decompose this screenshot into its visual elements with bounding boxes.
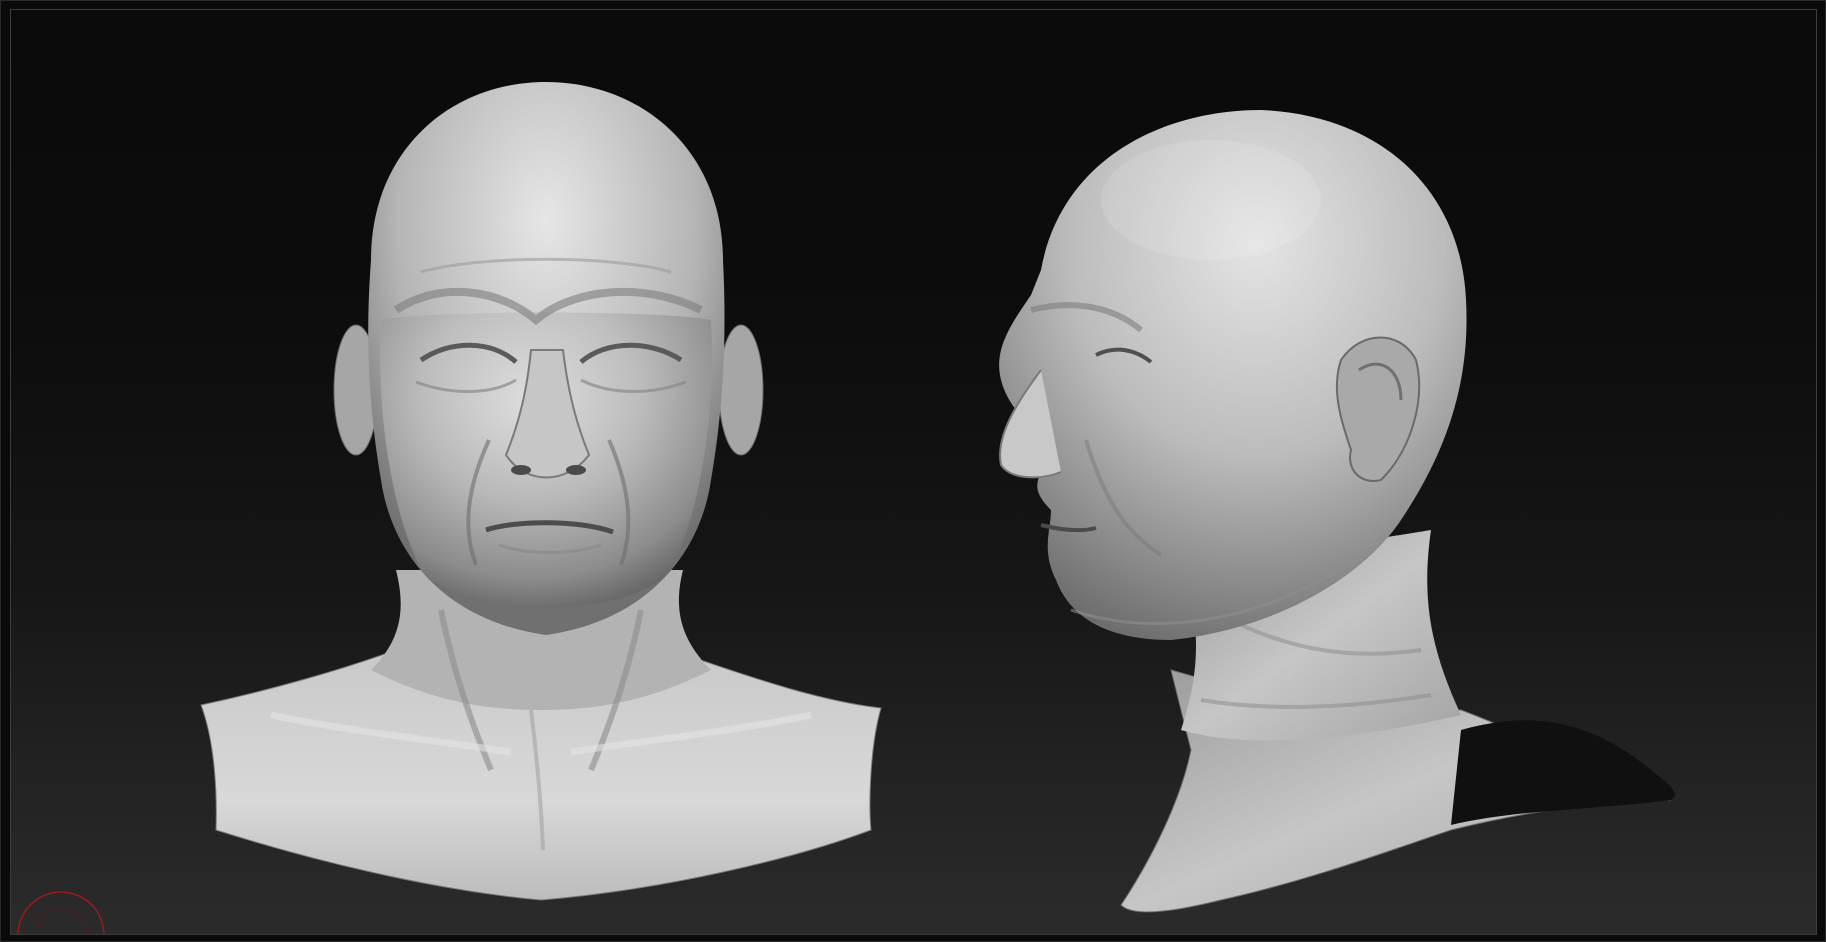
application-frame xyxy=(0,0,1826,942)
orientation-gizmo-icon[interactable] xyxy=(11,880,131,935)
front-bust-model[interactable] xyxy=(200,82,882,901)
3d-viewport[interactable] xyxy=(10,9,1817,935)
viewport-scene xyxy=(200,82,1675,913)
profile-bust-model[interactable] xyxy=(999,110,1675,913)
